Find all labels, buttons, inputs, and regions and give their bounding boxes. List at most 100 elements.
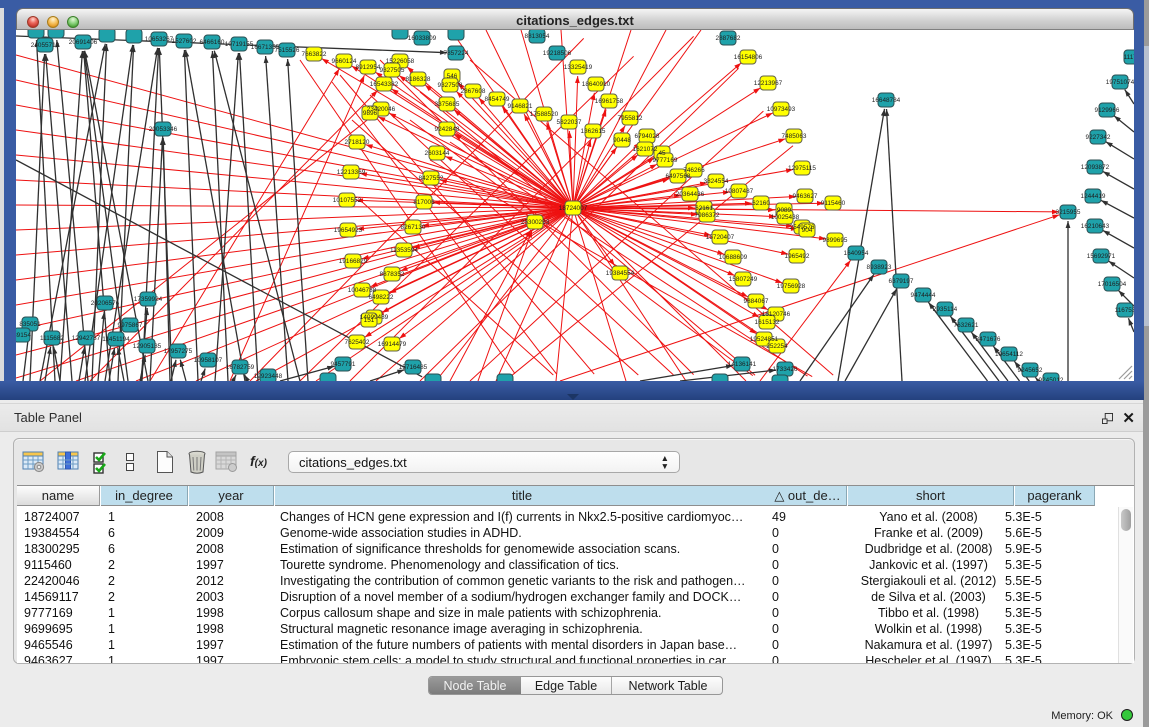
svg-text:9245012: 9245012 [1039, 377, 1064, 381]
svg-text:10958107: 10958107 [194, 357, 223, 364]
svg-text:2603144: 2603144 [425, 150, 450, 157]
svg-text:3215955: 3215955 [1056, 209, 1081, 216]
svg-text:835051: 835051 [19, 321, 41, 328]
svg-text:1362615: 1362615 [581, 128, 606, 135]
svg-text:19166829: 19166829 [339, 258, 368, 265]
svg-text:15720407: 15720407 [706, 234, 735, 241]
svg-text:5822037: 5822037 [557, 119, 582, 126]
svg-text:9327508: 9327508 [438, 82, 463, 89]
svg-text:17016504: 17016504 [1098, 281, 1127, 288]
svg-text:20364436: 20364436 [676, 191, 705, 198]
svg-text:7485063: 7485063 [782, 133, 807, 140]
svg-text:1244419: 1244419 [1081, 193, 1106, 200]
svg-text:20691406: 20691406 [69, 39, 98, 46]
svg-text:8813054: 8813054 [525, 33, 550, 40]
svg-text:1733426: 1733426 [773, 366, 798, 373]
svg-text:19751074: 19751074 [1106, 79, 1134, 86]
svg-text:16961758: 16961758 [595, 98, 624, 105]
svg-text:6466160: 6466160 [200, 39, 225, 46]
svg-text:12942737: 12942737 [72, 335, 101, 342]
svg-text:90448: 90448 [613, 137, 631, 144]
svg-text:17957275: 17957275 [164, 348, 193, 355]
svg-text:45: 45 [658, 150, 666, 157]
svg-text:19524851: 19524851 [750, 336, 779, 343]
svg-text:2718120: 2718120 [345, 139, 370, 146]
svg-text:8878352: 8878352 [380, 271, 405, 278]
svg-text:11175: 11175 [1124, 54, 1134, 61]
svg-text:12093872: 12093872 [1081, 164, 1110, 171]
svg-text:19756928: 19756928 [777, 283, 806, 290]
svg-text:9474444: 9474444 [911, 292, 936, 299]
svg-text:3824554: 3824554 [704, 178, 729, 185]
svg-text:6498222: 6498222 [369, 294, 394, 301]
svg-text:7625402: 7625402 [345, 339, 370, 346]
svg-text:10653267: 10653267 [145, 36, 174, 43]
svg-text:19384554: 19384554 [606, 270, 635, 277]
svg-text:19654923: 19654923 [334, 227, 363, 234]
svg-text:12923448: 12923448 [254, 373, 283, 380]
svg-text:24055712: 24055712 [31, 42, 60, 49]
svg-text:10719155: 10719155 [225, 41, 254, 48]
svg-text:8454749: 8454749 [485, 96, 510, 103]
svg-text:17359924: 17359924 [134, 296, 163, 303]
svg-text:18724007: 18724007 [559, 205, 588, 212]
svg-text:1965492: 1965492 [785, 253, 810, 260]
svg-text:12213967: 12213967 [754, 80, 783, 87]
svg-text:9129966: 9129966 [1095, 107, 1120, 114]
svg-text:3375685: 3375685 [435, 101, 460, 108]
svg-text:2867608: 2867608 [461, 88, 486, 95]
svg-text:17588520: 17588520 [530, 111, 559, 118]
svg-text:12905135: 12905135 [133, 343, 162, 350]
svg-text:9089: 9089 [777, 207, 792, 214]
svg-text:7857224: 7857224 [444, 50, 469, 57]
svg-text:8912954: 8912954 [356, 64, 381, 71]
svg-text:9899695: 9899695 [823, 237, 848, 244]
svg-text:18640910: 18640910 [582, 81, 611, 88]
svg-text:546: 546 [447, 73, 458, 80]
svg-text:7986372: 7986372 [695, 212, 720, 219]
svg-text:9660124: 9660124 [332, 58, 357, 65]
svg-text:16543382: 16543382 [370, 81, 399, 88]
svg-text:116753: 116753 [1115, 307, 1134, 314]
svg-text:9227342: 9227342 [1086, 134, 1111, 141]
svg-text:16033809: 16033809 [408, 35, 437, 42]
svg-text:7632621: 7632621 [954, 322, 979, 329]
svg-text:7515526: 7515526 [275, 47, 300, 54]
svg-text:10046788: 10046788 [348, 287, 377, 294]
svg-text:252254: 252254 [766, 343, 788, 350]
svg-text:10973493: 10973493 [767, 106, 796, 113]
svg-text:8186328: 8186328 [406, 76, 431, 83]
svg-text:7663822: 7663822 [302, 51, 327, 58]
svg-text:8938923: 8938923 [867, 264, 892, 271]
svg-text:16120746: 16120746 [762, 311, 791, 318]
svg-text:6379197: 6379197 [889, 278, 914, 285]
svg-text:15692971: 15692971 [1087, 253, 1116, 260]
svg-text:20206576: 20206576 [91, 300, 120, 307]
svg-text:20053346: 20053346 [149, 126, 178, 133]
svg-text:9896: 9896 [363, 110, 378, 117]
svg-text:15807249: 15807249 [729, 276, 758, 283]
svg-text:11353594: 11353594 [390, 247, 418, 254]
svg-text:2887682: 2887682 [716, 35, 741, 42]
svg-text:13325419: 13325419 [564, 64, 593, 71]
svg-text:16782759: 16782759 [226, 364, 255, 371]
svg-text:9463627: 9463627 [793, 193, 818, 200]
svg-text:9245652: 9245652 [1018, 367, 1043, 374]
svg-text:16154806: 16154806 [734, 54, 763, 61]
svg-text:1640954: 1640954 [844, 250, 869, 257]
svg-text:12213369: 12213369 [337, 169, 366, 176]
svg-text:6497568: 6497568 [666, 173, 691, 180]
svg-text:10107552: 10107552 [333, 197, 362, 204]
svg-text:25300293: 25300293 [521, 219, 550, 226]
svg-text:9327505: 9327505 [380, 67, 405, 74]
svg-text:19218506: 19218506 [543, 50, 572, 57]
svg-text:9242848: 9242848 [435, 126, 460, 133]
svg-text:7955812: 7955812 [618, 115, 643, 122]
svg-text:8427552: 8427552 [419, 175, 444, 182]
svg-text:14136141: 14136141 [728, 361, 757, 368]
svg-text:8267130: 8267130 [401, 224, 426, 231]
svg-text:9457791: 9457791 [331, 361, 356, 368]
svg-text:9777169: 9777169 [653, 157, 678, 164]
svg-text:8471676: 8471676 [976, 336, 1001, 343]
svg-text:151: 151 [364, 317, 375, 324]
